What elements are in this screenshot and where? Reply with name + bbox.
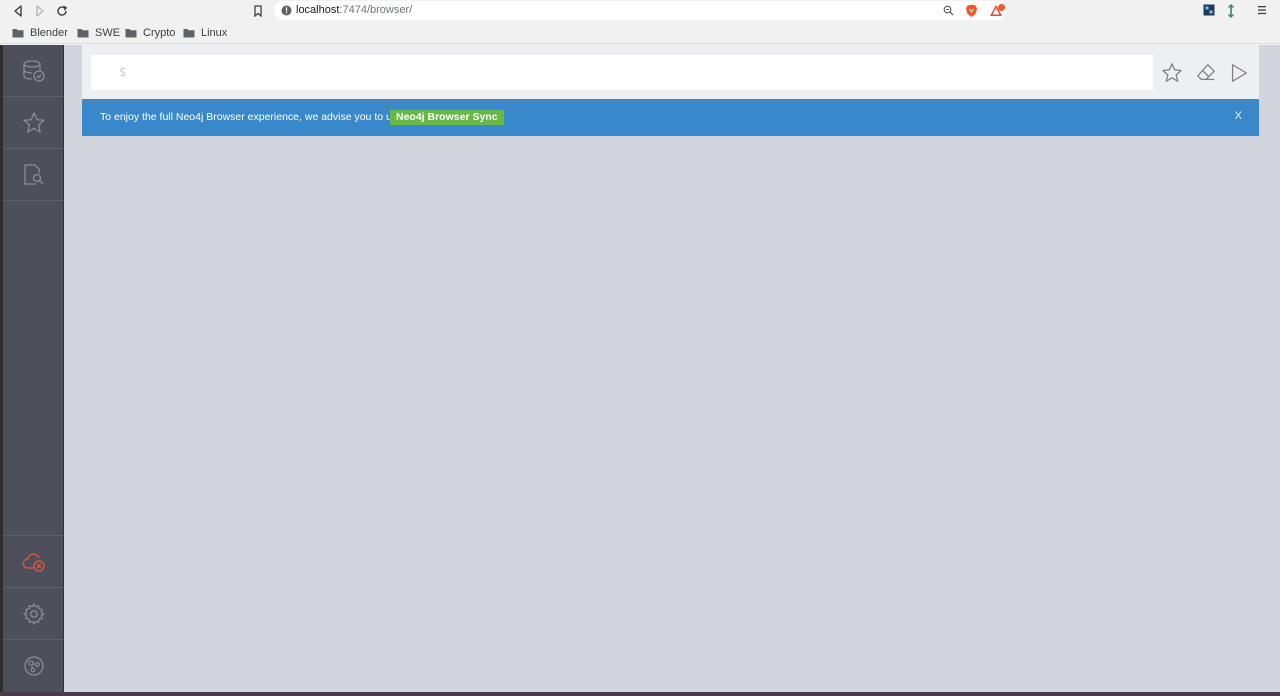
- editor-bar: $: [82, 45, 1259, 99]
- bookmark-label: SWE: [95, 27, 121, 39]
- vertical-arrows-icon: [1228, 3, 1234, 18]
- sidebar-item-settings[interactable]: [3, 587, 64, 639]
- bookmark-folder-crypto[interactable]: Crypto: [125, 26, 175, 40]
- brave-lion-icon: [965, 4, 977, 17]
- rewards-triangle-icon: [990, 4, 1005, 16]
- database-icon: [22, 59, 45, 82]
- neo4j-logo-icon: [23, 655, 44, 676]
- info-icon: [281, 5, 291, 15]
- site-info-button[interactable]: [280, 4, 292, 16]
- extension-button[interactable]: [1203, 4, 1215, 16]
- sidebar-item-sync-status[interactable]: [3, 535, 64, 587]
- bookmark-folder-linux[interactable]: Linux: [183, 26, 227, 40]
- bookmark-label: Crypto: [143, 27, 176, 39]
- browser-menu-button[interactable]: [1256, 4, 1268, 16]
- bookmark-label: Blender: [30, 27, 68, 39]
- back-arrow-icon: [14, 5, 22, 17]
- folder-icon: [12, 29, 24, 38]
- bookmark-folder-blender[interactable]: Blender: [12, 26, 68, 40]
- folder-icon: [77, 29, 89, 38]
- zoom-button[interactable]: [942, 4, 954, 16]
- document-search-icon: [23, 163, 43, 185]
- sync-advice-banner: To enjoy the full Neo4j Browser experien…: [82, 99, 1259, 136]
- clear-editor-button[interactable]: [1194, 61, 1218, 85]
- run-query-button[interactable]: [1227, 61, 1251, 85]
- bookmark-page-button[interactable]: [252, 4, 264, 18]
- play-icon: [1231, 64, 1247, 82]
- cloud-disconnected-icon: [22, 552, 45, 572]
- banner-message: To enjoy the full Neo4j Browser experien…: [100, 111, 403, 123]
- bookmark-folder-swe[interactable]: SWE: [77, 26, 120, 40]
- sidebar: [3, 45, 64, 692]
- extension-grid-icon: [1203, 4, 1215, 16]
- forward-arrow-icon: [36, 5, 44, 17]
- browser-toolbar: localhost:7474/browser/: [0, 0, 1280, 22]
- url-host: localhost: [296, 4, 340, 16]
- cypher-editor-input[interactable]: $: [91, 55, 1153, 90]
- eraser-icon: [1197, 64, 1215, 81]
- bookmarks-bar: Blender SWE Crypto Linux: [0, 22, 1280, 44]
- url-text: localhost:7474/browser/: [296, 3, 412, 17]
- gear-icon: [22, 602, 45, 625]
- star-icon: [22, 111, 45, 133]
- sidebar-item-favorites[interactable]: [3, 97, 64, 149]
- back-button[interactable]: [10, 3, 26, 19]
- sidebar-item-documents[interactable]: [3, 149, 64, 201]
- brave-rewards-button[interactable]: [989, 3, 1007, 18]
- reload-button[interactable]: [54, 3, 70, 19]
- url-path: :7474/browser/: [339, 4, 413, 16]
- forward-button[interactable]: [32, 3, 48, 19]
- bookmark-icon: [254, 5, 262, 17]
- editor-prompt: $: [119, 65, 127, 79]
- favorite-query-button[interactable]: [1160, 61, 1184, 85]
- brave-shields-button[interactable]: [964, 3, 978, 18]
- banner-close-button[interactable]: X: [1235, 110, 1242, 122]
- star-icon: [1162, 63, 1182, 82]
- sidebar-item-database[interactable]: [3, 45, 64, 97]
- neo4j-browser-sync-button[interactable]: Neo4j Browser Sync: [390, 110, 504, 125]
- bookmark-label: Linux: [201, 27, 228, 39]
- sidebar-item-about[interactable]: [3, 639, 64, 691]
- window-frame-bottom: [0, 692, 1280, 696]
- reload-icon: [57, 5, 68, 16]
- extension-arrows-button[interactable]: [1226, 3, 1236, 18]
- zoom-icon: [943, 5, 953, 15]
- hamburger-menu-icon: [1258, 6, 1266, 15]
- neo4j-browser-app: $ To enjoy the full Neo4j Browser experi…: [0, 45, 1280, 696]
- folder-icon: [125, 29, 137, 38]
- folder-icon: [183, 29, 195, 38]
